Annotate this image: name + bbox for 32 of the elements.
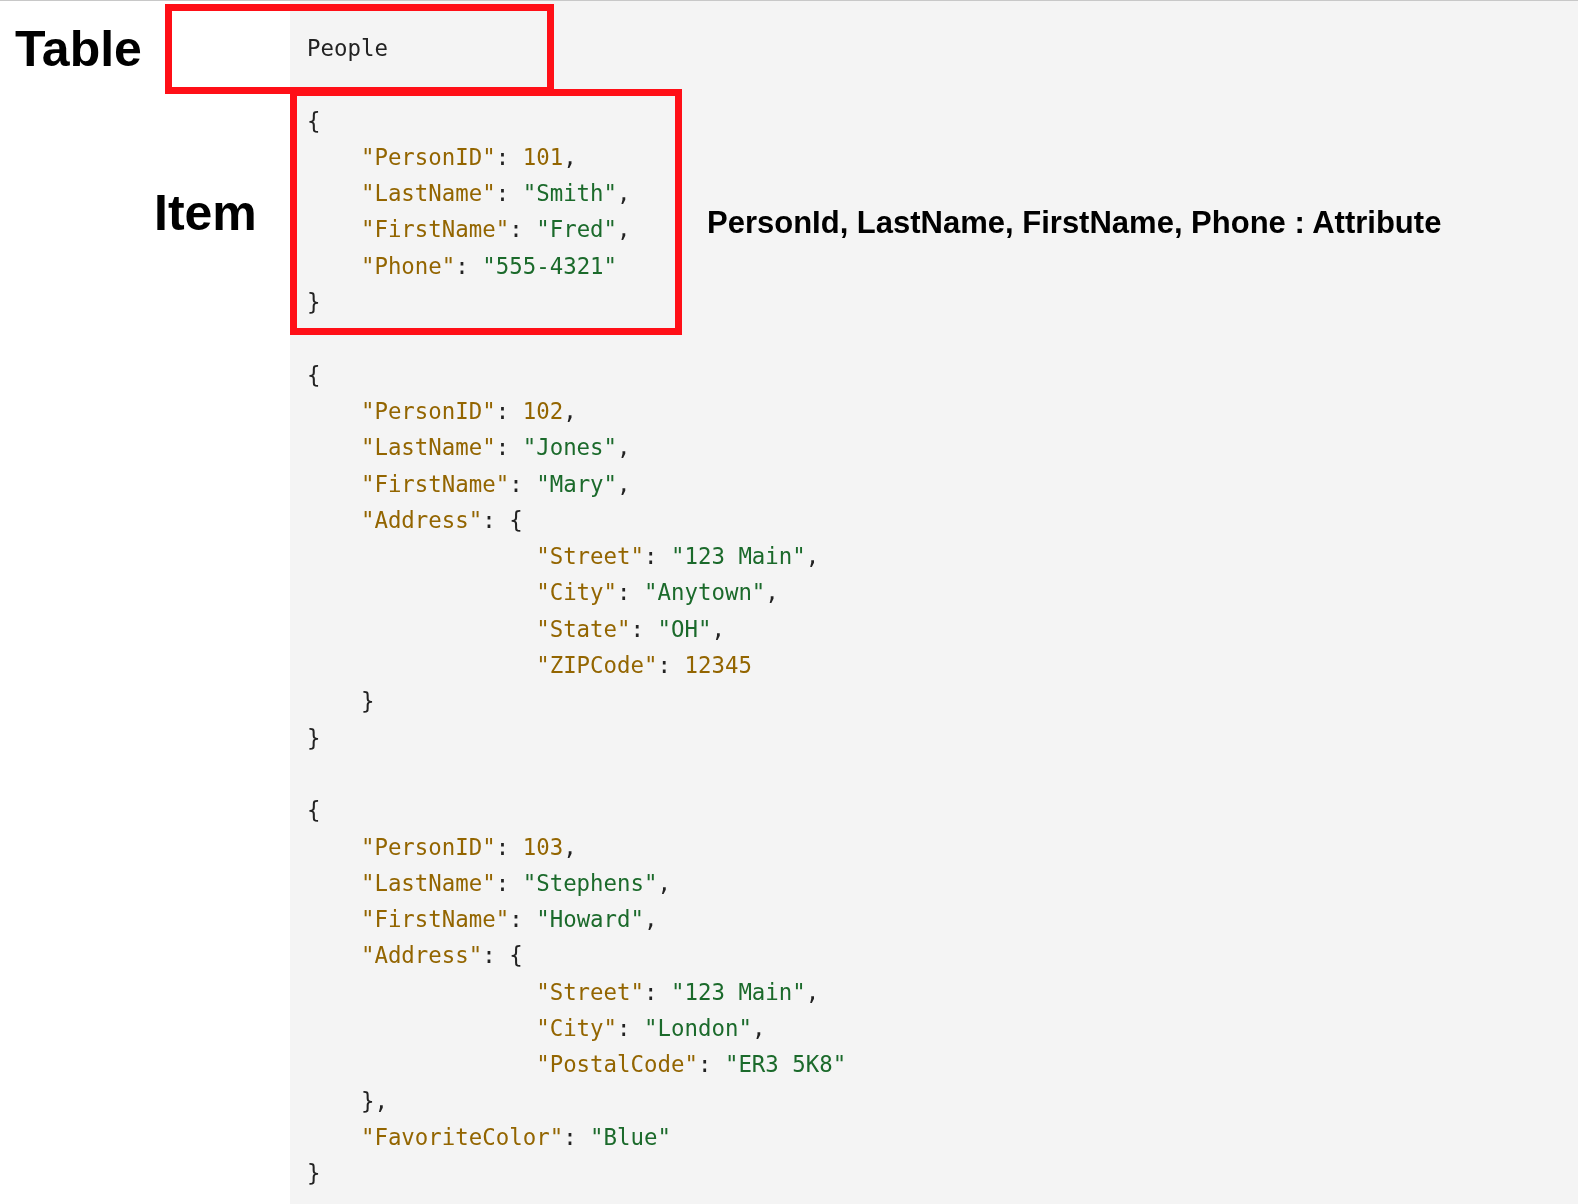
code-line: "Address": { [359,941,523,971]
code-line: } [359,687,375,717]
code-line: } [307,723,321,753]
code-line: "City": "London", [535,1014,766,1043]
code-line: { [307,106,321,136]
code-line: { [307,796,321,826]
code-line: { [307,360,321,390]
code-line: "ZIPCode": 12345 [535,651,752,681]
code-line: "FirstName": "Fred", [359,215,631,245]
code-line: People [307,34,388,63]
code-line: "FirstName": "Howard", [359,905,658,935]
code-line: "Phone": "555-4321" [359,251,618,281]
code-line: "PersonID": 103, [359,832,577,862]
code-line: "Street": "123 Main", [535,542,820,572]
code-line: }, [359,1086,388,1116]
annotation-label: Item [154,184,257,243]
code-line: "PostalCode": "ER3 5K8" [535,1050,847,1080]
code-line: } [307,1159,321,1189]
code-line: "PersonID": 101, [359,142,577,172]
code-line: "FirstName": "Mary", [359,469,631,499]
code-line: "LastName": "Jones", [359,433,631,463]
code-line: "LastName": "Smith", [359,179,631,209]
code-line: "FavoriteColor": "Blue" [359,1122,671,1152]
code-line: } [307,288,321,318]
code-line: "PersonID": 102, [359,396,577,426]
code-line: "LastName": "Stephens", [359,868,671,898]
code-line: "Street": "123 Main", [535,977,820,1007]
annotation-label: PersonId, LastName, FirstName, Phone : Attribute [707,204,1442,242]
annotation-label: Table [15,20,142,79]
code-line: "City": "Anytown", [535,578,779,608]
code-line: "State": "OH", [535,614,725,644]
code-line: "Address": { [359,505,523,535]
